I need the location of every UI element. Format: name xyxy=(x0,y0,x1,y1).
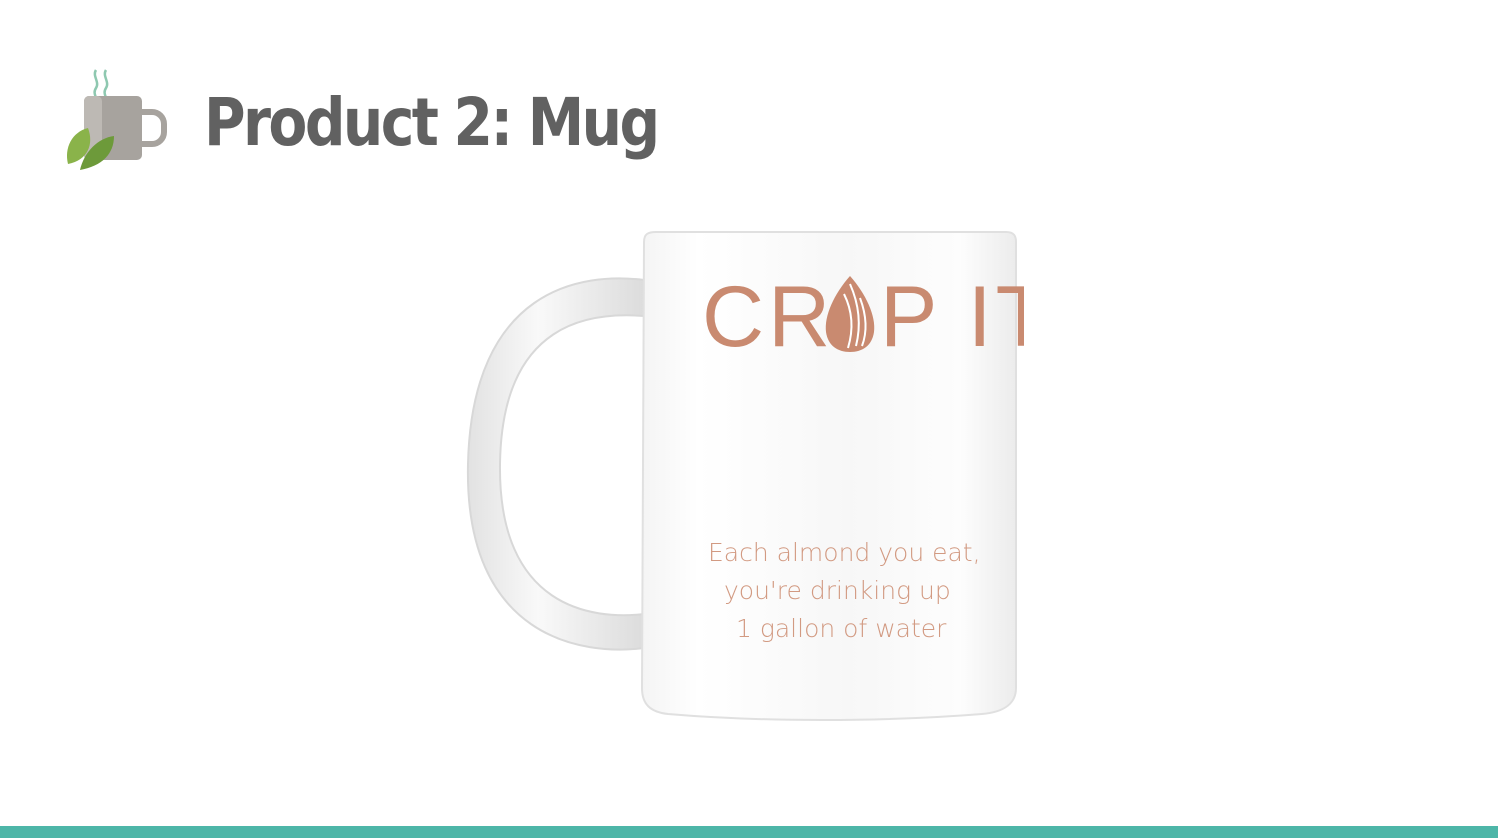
mug-product-image: CR P IT Each almond you eat, you're drin… xyxy=(466,231,1024,721)
footer-accent-bar xyxy=(0,826,1498,838)
slide: Product 2: Mug CR P IT xyxy=(0,0,1498,838)
mug-caption-line-3: 1 gallon of water xyxy=(736,614,947,643)
mug-caption-line-2: you're drinking up xyxy=(724,576,951,605)
mug-caption-line-1: Each almond you eat, xyxy=(708,538,981,567)
page-title: Product 2: Mug xyxy=(204,84,660,161)
mug-with-leaves-icon xyxy=(66,69,167,170)
mug-handle-shape xyxy=(466,277,645,651)
mug-handle xyxy=(142,109,167,147)
mug-brand-left: CR xyxy=(702,269,834,365)
mug-brand-right: P IT xyxy=(880,269,1024,365)
